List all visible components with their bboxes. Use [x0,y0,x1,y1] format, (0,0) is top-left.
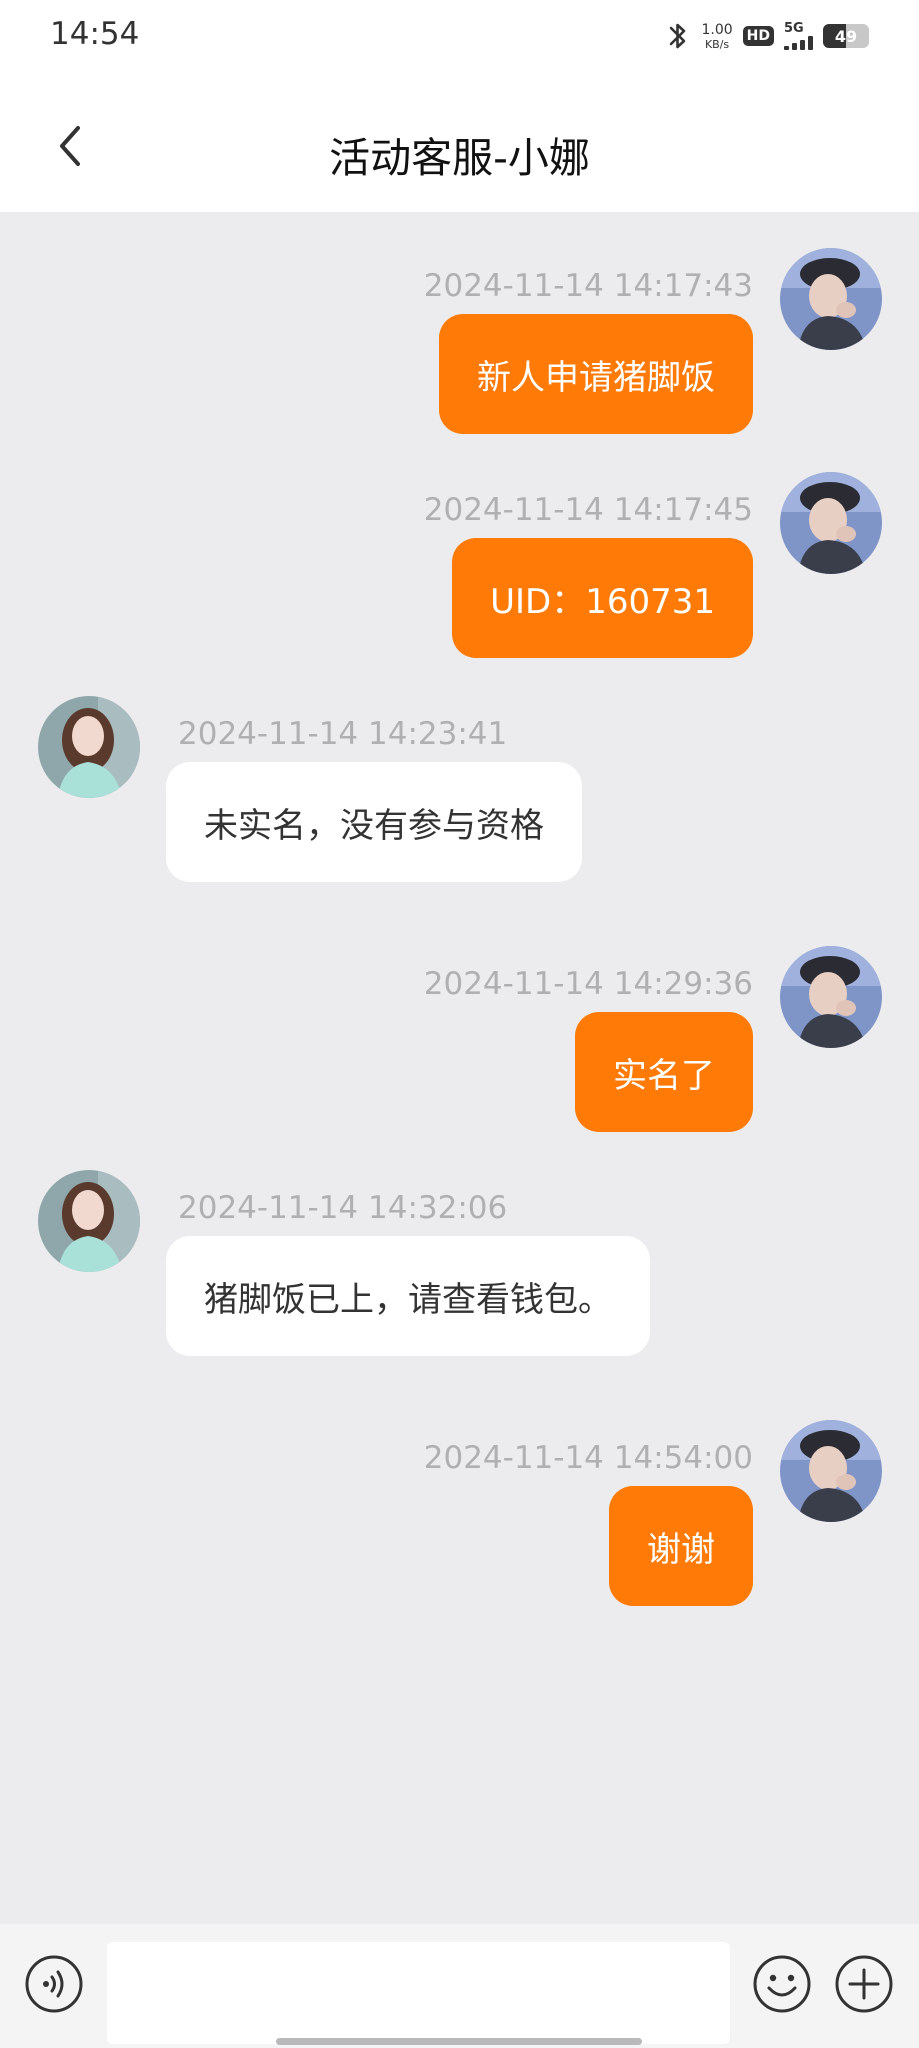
battery-level: 49 [834,26,858,46]
message-timestamp: 2024-11-14 14:17:45 [423,492,753,528]
user-avatar[interactable] [780,1420,882,1522]
network-speed-value: 1.00 [701,21,733,38]
input-bar [0,1924,919,2048]
message-bubble[interactable]: 未实名，没有参与资格 [166,762,582,882]
signal-label: 5G [784,21,804,36]
message-timestamp: 2024-11-14 14:17:43 [423,268,753,304]
emoji-button[interactable] [752,1954,812,2014]
emoji-icon [753,1955,811,2013]
message-timestamp: 2024-11-14 14:32:06 [178,1190,508,1226]
plus-button[interactable] [834,1954,894,2014]
network-speed: 1.00 KB/s [701,23,732,50]
message-input[interactable] [107,1942,730,2044]
signal-icon: 5G [784,22,813,50]
chat-header: 活动客服-小娜 [0,80,919,212]
agent-avatar-image [38,1170,140,1272]
page-title: 活动客服-小娜 [329,134,590,182]
agent-avatar[interactable] [38,696,140,798]
user-avatar-image [780,946,882,1048]
status-icons: 1.00 KB/s HD 5G 49 [665,18,869,54]
message-bubble[interactable]: 谢谢 [609,1486,753,1606]
message-sent: 2024-11-14 14:17:43 新人申请猪脚饭 [0,248,919,438]
message-timestamp: 2024-11-14 14:29:36 [423,966,753,1002]
message-bubble[interactable]: 新人申请猪脚饭 [439,314,753,434]
chat-messages[interactable]: 2024-11-14 14:17:43 新人申请猪脚饭 2024-11-14 1… [0,212,919,1924]
status-bar: 14:54 1.00 KB/s HD 5G 49 [0,0,919,80]
hd-icon: HD [742,26,774,46]
home-indicator[interactable] [276,2038,642,2045]
message-sent: 2024-11-14 14:17:45 UID：160731 [0,472,919,662]
message-bubble[interactable]: 实名了 [575,1012,753,1132]
user-avatar[interactable] [780,248,882,350]
message-sent: 2024-11-14 14:29:36 实名了 [0,946,919,1136]
message-received: 2024-11-14 14:32:06 猪脚饭已上，请查看钱包。 [0,1170,919,1360]
voice-button[interactable] [24,1954,84,2014]
user-avatar-image [780,1420,882,1522]
plus-icon [835,1955,893,2013]
network-speed-unit: KB/s [704,37,730,51]
agent-avatar[interactable] [38,1170,140,1272]
agent-avatar-image [38,696,140,798]
battery-icon: 49 [823,24,869,48]
message-bubble[interactable]: 猪脚饭已上，请查看钱包。 [166,1236,650,1356]
bluetooth-icon [670,23,686,49]
message-received: 2024-11-14 14:23:41 未实名，没有参与资格 [0,696,919,886]
message-bubble[interactable]: UID：160731 [452,538,753,658]
signal-bars [784,36,813,50]
user-avatar-image [780,472,882,574]
user-avatar-image [780,248,882,350]
user-avatar[interactable] [780,472,882,574]
status-time: 14:54 [50,16,140,52]
message-timestamp: 2024-11-14 14:54:00 [423,1440,753,1476]
message-sent: 2024-11-14 14:54:00 谢谢 [0,1420,919,1610]
voice-icon [25,1955,83,2013]
message-timestamp: 2024-11-14 14:23:41 [178,716,508,752]
user-avatar[interactable] [780,946,882,1048]
